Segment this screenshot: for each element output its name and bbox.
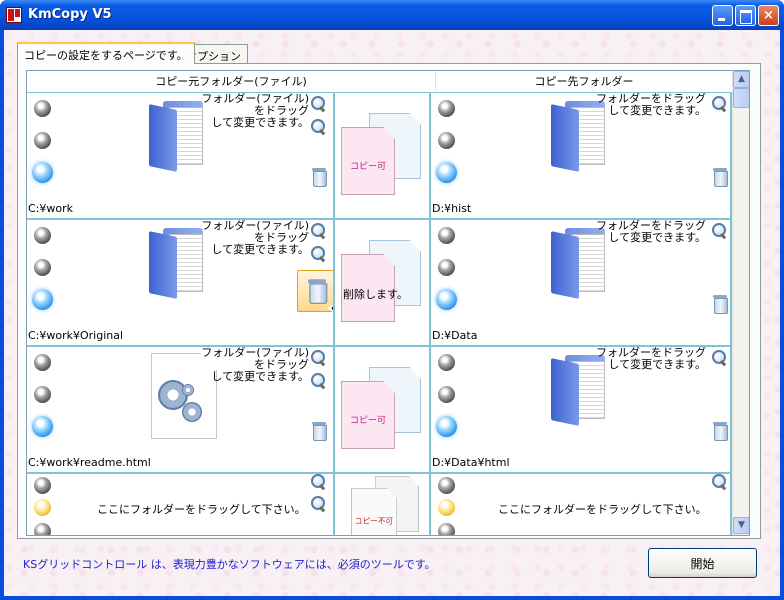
magnifier-icon[interactable]: [712, 350, 728, 366]
status-dot-icon[interactable]: [34, 100, 51, 117]
source-cell-2[interactable]: フォルダー(ファイル) をドラッグ して変更できます。 C:¥work¥Orig…: [27, 220, 335, 347]
window-title: KmCopy V5: [28, 7, 112, 22]
magnifier-icon[interactable]: [712, 223, 728, 239]
status-dot-icon[interactable]: [34, 354, 51, 371]
source-hint: フォルダー(ファイル) をドラッグ して変更できます。: [201, 347, 309, 383]
ks-grid: コピー元フォルダー(ファイル) コピー先フォルダー フォルダー(ファイル) をド…: [26, 70, 750, 536]
status-dot-icon[interactable]: [34, 523, 51, 535]
trash-icon[interactable]: [712, 168, 728, 187]
status-dot-icon[interactable]: [34, 132, 51, 149]
tab-copy-settings[interactable]: コピーの設定をするページです。: [17, 42, 195, 64]
footer-message: KSグリッドコントロール は、表現力豊かなソフトウェアには、必須のツールです。: [23, 558, 436, 571]
dest-cell-4[interactable]: ここにフォルダーをドラッグして下さい。: [431, 474, 732, 535]
magnifier-icon[interactable]: [311, 246, 327, 262]
scroll-up-button[interactable]: ▲: [733, 71, 749, 88]
delete-documents-icon: 削除します。: [341, 240, 423, 322]
status-dot-icon[interactable]: [438, 523, 455, 535]
source-path: C:¥work¥Original: [28, 329, 124, 342]
dest-cell-1[interactable]: フォルダーをドラッグ して変更できます。 D:¥hist: [431, 93, 732, 220]
status-dot-icon[interactable]: [34, 386, 51, 403]
magnifier-icon[interactable]: [311, 223, 327, 239]
tab-panel: コピー元フォルダー(ファイル) コピー先フォルダー フォルダー(ファイル) をド…: [17, 63, 761, 539]
dest-path: D:¥Data: [432, 329, 478, 342]
magnifier-icon[interactable]: [311, 119, 327, 135]
mouse-cursor-icon: [326, 301, 333, 321]
magnifier-icon[interactable]: [311, 350, 327, 366]
dest-hint: フォルダーをドラッグ して変更できます。: [596, 347, 706, 371]
action-cell-1[interactable]: コピー可: [335, 93, 431, 220]
source-path: C:¥work¥readme.html: [28, 456, 151, 469]
source-path: C:¥work: [28, 202, 74, 215]
source-cell-4[interactable]: ここにフォルダーをドラッグして下さい。: [27, 474, 335, 535]
status-dot-active-icon[interactable]: [436, 416, 457, 437]
action-cell-4[interactable]: コピー不可: [335, 474, 431, 535]
source-cell-3[interactable]: フォルダー(ファイル) をドラッグ して変更できます。 C:¥work¥read…: [27, 347, 335, 474]
copy-disabled-documents-icon: コピー不可: [351, 476, 421, 535]
status-dot-active-icon[interactable]: [32, 162, 53, 183]
status-dot-icon[interactable]: [438, 477, 455, 494]
status-dot-icon[interactable]: [438, 100, 455, 117]
magnifier-icon[interactable]: [311, 474, 327, 490]
dest-hint: フォルダーをドラッグ して変更できます。: [596, 93, 706, 117]
maximize-icon: [736, 6, 755, 25]
scroll-thumb[interactable]: [733, 88, 749, 108]
source-empty-hint: ここにフォルダーをドラッグして下さい。: [97, 503, 306, 516]
magnifier-icon[interactable]: [311, 96, 327, 112]
status-dot-active-icon[interactable]: [436, 289, 457, 310]
source-cell-1[interactable]: フォルダー(ファイル) をドラッグ して変更できます。 C:¥work: [27, 93, 335, 220]
status-dot-icon[interactable]: [34, 477, 51, 494]
action-label: コピー不可: [354, 517, 394, 527]
dest-empty-hint: ここにフォルダーをドラッグして下さい。: [498, 503, 707, 516]
magnifier-icon[interactable]: [311, 373, 327, 389]
status-dot-icon[interactable]: [438, 227, 455, 244]
status-dot-icon[interactable]: [34, 259, 51, 276]
column-header-source[interactable]: コピー元フォルダー(ファイル): [27, 71, 436, 93]
dest-cell-2[interactable]: フォルダーをドラッグ して変更できます。 D:¥Data: [431, 220, 732, 347]
status-dot-empty-icon[interactable]: [34, 499, 51, 516]
title-bar[interactable]: KmCopy V5 ×: [0, 0, 784, 30]
action-label: コピー可: [349, 416, 386, 426]
maximize-button[interactable]: [735, 5, 756, 26]
magnifier-icon[interactable]: [311, 496, 327, 512]
copy-documents-icon: コピー可: [341, 367, 423, 449]
column-header-dest[interactable]: コピー先フォルダー: [436, 71, 732, 93]
status-dot-empty-icon[interactable]: [438, 499, 455, 516]
status-dot-icon[interactable]: [438, 259, 455, 276]
trash-icon[interactable]: [712, 422, 728, 441]
minimize-button[interactable]: [712, 5, 733, 26]
client-area: コピーの設定をするページです。 オプション コピー元フォルダー(ファイル) コピ…: [4, 30, 780, 596]
source-hint: フォルダー(ファイル) をドラッグ して変更できます。: [201, 93, 309, 129]
app-window: KmCopy V5 × コピーの設定をするページです。 オプション コピー元フォ…: [0, 0, 784, 600]
scroll-down-button[interactable]: ▼: [733, 517, 749, 534]
status-dot-active-icon[interactable]: [32, 416, 53, 437]
trash-icon[interactable]: [311, 422, 327, 441]
dest-path: D:¥Data¥html: [432, 456, 510, 469]
action-label: 削除します。: [343, 288, 408, 301]
action-cell-2[interactable]: 削除します。: [335, 220, 431, 347]
magnifier-icon[interactable]: [712, 474, 728, 490]
status-dot-active-icon[interactable]: [436, 162, 457, 183]
dest-cell-3[interactable]: フォルダーをドラッグ して変更できます。 D:¥Data¥html: [431, 347, 732, 474]
trash-icon[interactable]: [712, 295, 728, 314]
status-dot-icon[interactable]: [34, 227, 51, 244]
action-cell-3[interactable]: コピー可: [335, 347, 431, 474]
source-hint: フォルダー(ファイル) をドラッグ して変更できます。: [201, 220, 309, 256]
dest-path: D:¥hist: [432, 202, 472, 215]
status-dot-icon[interactable]: [438, 386, 455, 403]
trash-icon[interactable]: [311, 168, 327, 187]
magnifier-icon[interactable]: [712, 96, 728, 112]
dest-hint: フォルダーをドラッグ して変更できます。: [596, 220, 706, 244]
copy-documents-icon: コピー可: [341, 113, 423, 195]
vertical-scrollbar[interactable]: ▲ ▼: [732, 71, 749, 535]
start-button[interactable]: 開始: [648, 548, 757, 578]
trash-icon: [307, 279, 328, 305]
app-icon[interactable]: [6, 7, 22, 23]
action-label: コピー可: [349, 162, 386, 172]
close-button[interactable]: ×: [758, 5, 779, 26]
status-dot-active-icon[interactable]: [32, 289, 53, 310]
minimize-icon: [713, 6, 732, 25]
status-dot-icon[interactable]: [438, 354, 455, 371]
status-dot-icon[interactable]: [438, 132, 455, 149]
close-icon: ×: [763, 8, 774, 23]
